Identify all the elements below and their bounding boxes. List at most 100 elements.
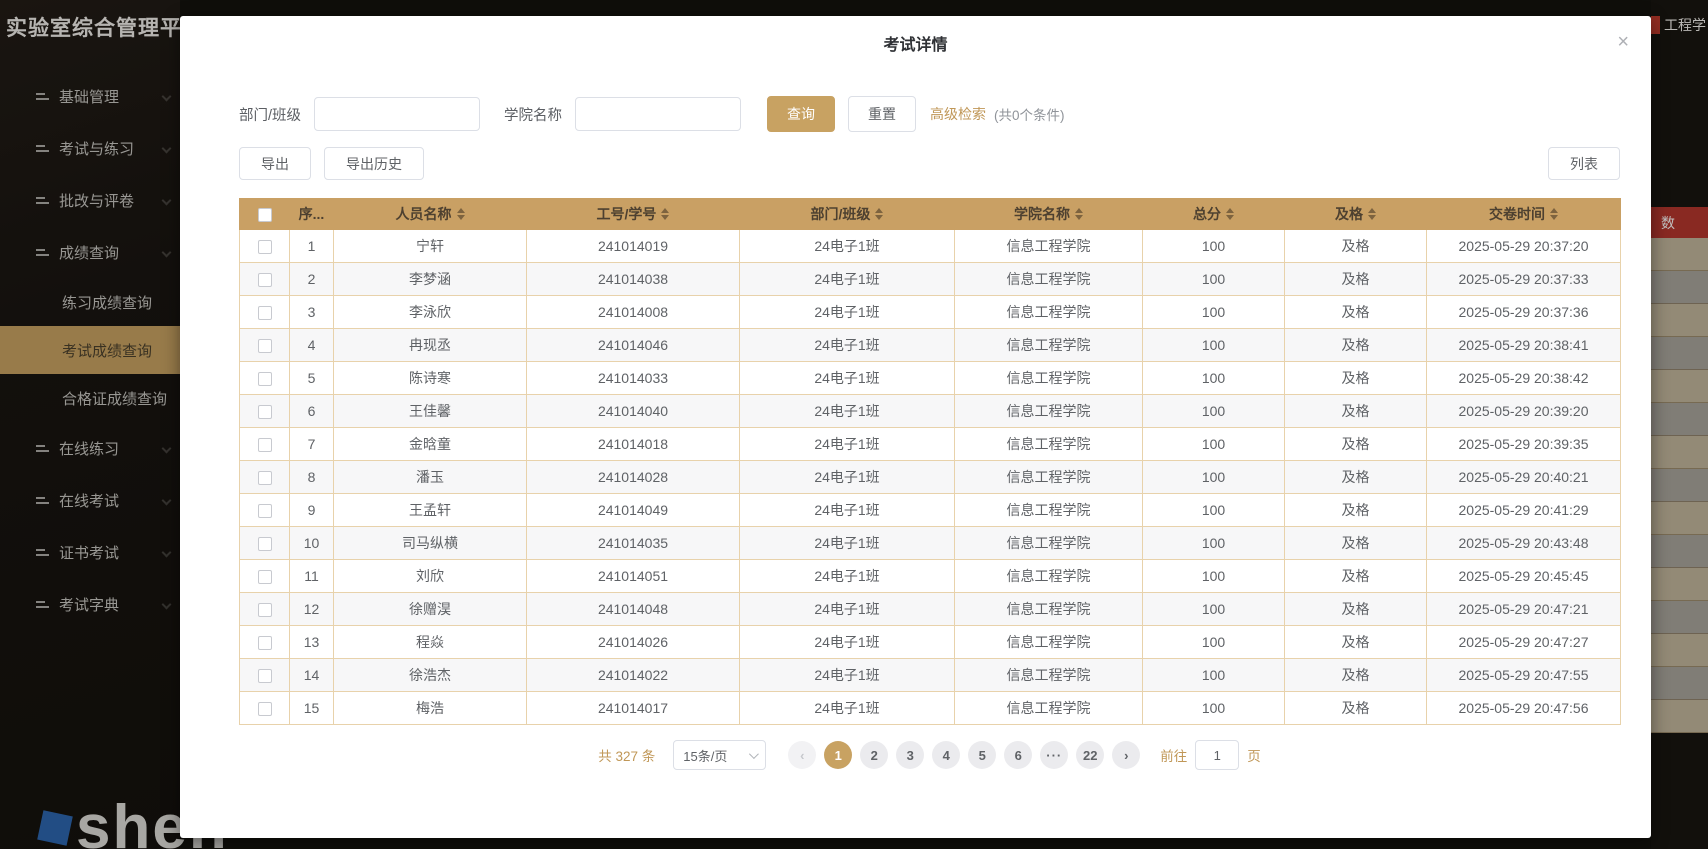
- total-score: 100: [1143, 296, 1285, 329]
- staff-id: 241014008: [527, 296, 740, 329]
- row-checkbox-cell: [240, 329, 290, 362]
- select-all-checkbox[interactable]: [258, 208, 272, 222]
- list-view-button[interactable]: 列表: [1548, 147, 1620, 180]
- advanced-search-link[interactable]: 高级检索: [930, 104, 986, 124]
- column-header[interactable]: 工号/学号: [527, 199, 740, 230]
- person-name: 金晗童: [334, 428, 527, 461]
- conditions-hint: (共0个条件): [994, 104, 1065, 124]
- staff-id: 241014033: [527, 362, 740, 395]
- column-header[interactable]: 总分: [1143, 199, 1285, 230]
- column-header[interactable]: 部门/班级: [740, 199, 955, 230]
- query-button[interactable]: 查询: [767, 96, 835, 132]
- sort-caret-icon[interactable]: [1368, 208, 1376, 220]
- column-header[interactable]: 序...: [290, 199, 334, 230]
- row-checkbox[interactable]: [258, 273, 272, 287]
- modal-title: 考试详情: [883, 31, 947, 55]
- row-checkbox[interactable]: [258, 339, 272, 353]
- sort-caret-icon[interactable]: [1550, 208, 1558, 220]
- table-row: 3李泳欣24101400824电子1班信息工程学院100及格2025-05-29…: [240, 296, 1621, 329]
- column-header[interactable]: 及格: [1285, 199, 1427, 230]
- more-pages-button[interactable]: ···: [1040, 741, 1068, 769]
- person-name: 冉现丞: [334, 329, 527, 362]
- column-header-inner: 交卷时间: [1489, 204, 1558, 224]
- page-button[interactable]: 6: [1004, 741, 1032, 769]
- row-checkbox[interactable]: [258, 537, 272, 551]
- submit-time: 2025-05-29 20:47:55: [1427, 659, 1621, 692]
- row-index: 12: [290, 593, 334, 626]
- person-name: 王佳馨: [334, 395, 527, 428]
- sort-caret-icon[interactable]: [1075, 208, 1083, 220]
- sort-caret-icon[interactable]: [457, 208, 465, 220]
- sort-caret-icon[interactable]: [875, 208, 883, 220]
- column-header-inner: 总分: [1193, 204, 1234, 224]
- goto-page-input[interactable]: [1195, 740, 1239, 770]
- college-name: 信息工程学院: [955, 494, 1143, 527]
- row-checkbox-cell: [240, 362, 290, 395]
- dept-class: 24电子1班: [740, 263, 955, 296]
- row-checkbox[interactable]: [258, 636, 272, 650]
- person-name: 潘玉: [334, 461, 527, 494]
- exam-detail-modal: 考试详情 × 部门/班级 学院名称 查询 重置 高级检索 (共0个条件) 导出 …: [180, 16, 1651, 838]
- table-row: 9王孟轩24101404924电子1班信息工程学院100及格2025-05-29…: [240, 494, 1621, 527]
- page-size-select[interactable]: 15条/页: [673, 740, 766, 770]
- next-page-button[interactable]: ›: [1112, 741, 1140, 769]
- row-index: 9: [290, 494, 334, 527]
- pass-status: 及格: [1285, 560, 1427, 593]
- page-button[interactable]: 3: [896, 741, 924, 769]
- row-checkbox[interactable]: [258, 240, 272, 254]
- export-history-button[interactable]: 导出历史: [324, 147, 424, 180]
- row-checkbox[interactable]: [258, 504, 272, 518]
- staff-id: 241014028: [527, 461, 740, 494]
- row-index: 8: [290, 461, 334, 494]
- staff-id: 241014035: [527, 527, 740, 560]
- pass-status: 及格: [1285, 263, 1427, 296]
- table-header-row: 序...人员名称工号/学号部门/班级学院名称 总分 及格 交卷时间: [240, 199, 1621, 230]
- page-button[interactable]: 4: [932, 741, 960, 769]
- header-checkbox-cell: [240, 199, 290, 230]
- close-icon[interactable]: ×: [1617, 32, 1629, 52]
- sort-caret-icon[interactable]: [1226, 208, 1234, 220]
- sort-desc-icon: [875, 215, 883, 220]
- prev-page-button[interactable]: ‹: [788, 741, 816, 769]
- dept-class: 24电子1班: [740, 659, 955, 692]
- page-button[interactable]: 22: [1076, 741, 1104, 769]
- row-index: 13: [290, 626, 334, 659]
- row-checkbox[interactable]: [258, 570, 272, 584]
- column-header[interactable]: 人员名称: [334, 199, 527, 230]
- row-checkbox[interactable]: [258, 702, 272, 716]
- staff-id: 241014026: [527, 626, 740, 659]
- row-checkbox[interactable]: [258, 306, 272, 320]
- sort-desc-icon: [1075, 215, 1083, 220]
- page-button[interactable]: 1: [824, 741, 852, 769]
- pass-status: 及格: [1285, 296, 1427, 329]
- dept-class: 24电子1班: [740, 692, 955, 725]
- page-button[interactable]: 5: [968, 741, 996, 769]
- person-name: 徐赠淏: [334, 593, 527, 626]
- college-input[interactable]: [575, 97, 741, 131]
- search-form: 部门/班级 学院名称 查询 重置 高级检索 (共0个条件): [239, 96, 1620, 132]
- total-score: 100: [1143, 494, 1285, 527]
- dept-input[interactable]: [314, 97, 480, 131]
- college-name: 信息工程学院: [955, 296, 1143, 329]
- column-header[interactable]: 学院名称: [955, 199, 1143, 230]
- sort-asc-icon: [1368, 208, 1376, 213]
- page-button[interactable]: 2: [860, 741, 888, 769]
- dept-class: 24电子1班: [740, 362, 955, 395]
- row-checkbox[interactable]: [258, 405, 272, 419]
- total-score: 100: [1143, 428, 1285, 461]
- row-checkbox[interactable]: [258, 471, 272, 485]
- sort-caret-icon[interactable]: [661, 208, 669, 220]
- pass-status: 及格: [1285, 626, 1427, 659]
- reset-button[interactable]: 重置: [848, 96, 916, 132]
- total-score: 100: [1143, 527, 1285, 560]
- column-header[interactable]: 交卷时间: [1427, 199, 1621, 230]
- chevron-down-icon: [749, 749, 759, 759]
- export-button[interactable]: 导出: [239, 147, 311, 180]
- row-checkbox[interactable]: [258, 669, 272, 683]
- page-size-value: 15条/页: [683, 746, 727, 765]
- row-checkbox-cell: [240, 263, 290, 296]
- row-checkbox[interactable]: [258, 438, 272, 452]
- row-checkbox[interactable]: [258, 372, 272, 386]
- row-checkbox[interactable]: [258, 603, 272, 617]
- table-row: 6王佳馨24101404024电子1班信息工程学院100及格2025-05-29…: [240, 395, 1621, 428]
